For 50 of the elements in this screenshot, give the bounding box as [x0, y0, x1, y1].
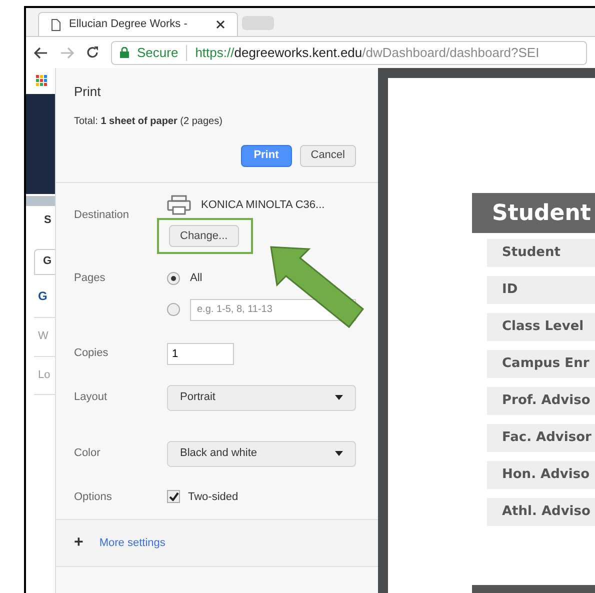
reload-icon[interactable] [86, 46, 99, 59]
total-text: Total: 1 sheet of paper (2 pages) [74, 114, 224, 128]
address-field[interactable]: Secure https://degreeworks.kent.edu/dwDashboard/dashboard?SEI [111, 40, 587, 64]
lock-icon [120, 47, 129, 58]
page-text: W [37, 328, 50, 344]
page-text: S [43, 213, 52, 228]
secure-label: Secure [137, 44, 178, 62]
page-text: G [37, 288, 48, 304]
checkbox-label: Two-sided [188, 490, 238, 504]
apps-icon[interactable] [36, 75, 48, 87]
row-label: Athl. Adviso [502, 503, 590, 522]
table-title: Student [492, 200, 591, 228]
copies-label: Copies [74, 346, 110, 362]
row-label: Class Level [502, 318, 584, 336]
radio-button[interactable] [167, 272, 180, 285]
change-button[interactable]: Change... [169, 225, 239, 247]
tab-title: Ellucian Degree Works - [69, 17, 188, 32]
caret-icon [335, 451, 343, 456]
pages-label: Pages [74, 271, 106, 286]
back-icon[interactable] [34, 46, 48, 58]
plus-icon: + [74, 531, 84, 555]
options-label: Options [74, 490, 113, 504]
dropdown[interactable]: Portrait [167, 384, 356, 410]
close-icon[interactable] [216, 20, 225, 29]
browser-tab[interactable]: Ellucian Degree Works - [38, 12, 238, 36]
row-label: Campus Enr [502, 355, 590, 374]
row-label: Student [502, 244, 560, 262]
copies-field[interactable]: 1 [167, 342, 234, 364]
printer-icon [167, 195, 191, 215]
page-bar [26, 196, 55, 206]
cancel-button[interactable]: Cancel [300, 144, 356, 166]
more-settings-link[interactable]: More settings [99, 534, 166, 552]
layout-label: Layout [74, 390, 108, 406]
radio-button[interactable] [167, 303, 180, 316]
destination-label: Destination [74, 208, 130, 223]
dialog-title: Print [74, 83, 102, 101]
printer-name: KONICA MINOLTA C36... [201, 198, 325, 213]
row-label: ID [502, 281, 518, 300]
checkbox[interactable] [167, 490, 180, 504]
row-label: Prof. Adviso [502, 392, 590, 410]
color-label: Color [74, 446, 102, 462]
page-tab-label: G [43, 254, 52, 270]
row-label: Fac. Advisor [502, 429, 592, 448]
dropdown[interactable]: Black and white [167, 440, 356, 466]
url-text: https://degreeworks.kent.edu/dwDashboard/dashboard?SEI [195, 44, 540, 62]
radio-label: All [190, 271, 202, 286]
caret-icon [335, 395, 343, 400]
page-icon [51, 18, 61, 30]
row-label: Hon. Adviso [502, 466, 590, 484]
page-text: Lo [37, 368, 52, 383]
